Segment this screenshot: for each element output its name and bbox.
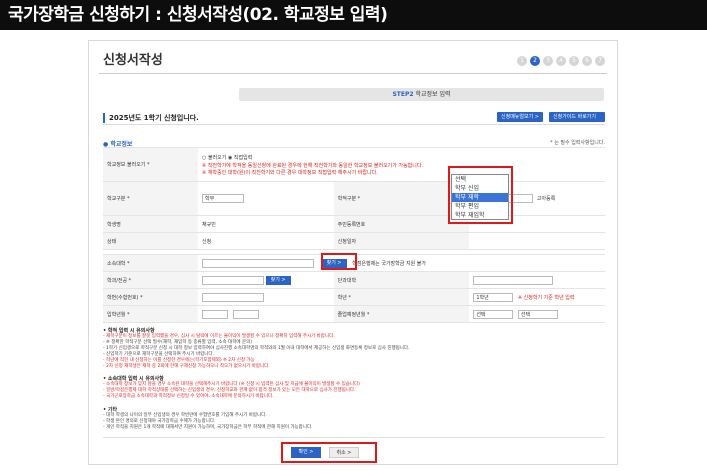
notes-univ: • 소속대학 입력 시 유의사항 - 소속대학 정보가 맞지 않을 경우 소속된… [103,376,605,400]
page-title: 신청서작성 [103,53,163,68]
step-indicator: 1 2 3 4 5 6 7 [517,56,605,66]
school-type-label: 학교구분 * [103,181,198,216]
step-dot-6: 6 [582,56,592,66]
highlight-footer-buttons [281,442,377,463]
admit-year-select[interactable] [202,309,228,319]
radio-load-label: 불러오기 [207,154,227,161]
grad-label: 졸업예정년월 * [333,305,470,323]
school-info-table: 학교정보 불러오기 * ○ 불러오기 ◉ 직접입력 ※ 직전학기에 학적을 동일… [103,147,605,250]
notes-univ-line: - 국가근로장학금 소속대학과 학적정보 신청일 수 있어야, 소속대학에 문의… [103,394,274,399]
dept-cell: 찾기 > [198,271,334,289]
step-dot-3: 3 [543,56,553,66]
load-note-1: ※ 직전학기에 학적을 동일신청에 완료된 경우에 한해 직전학기와 동일한 학… [202,162,424,169]
univ-cell: 찾기 > 학점은행제는 국가장학금 지원 불가 [198,254,605,272]
school-type-cell: 학부 [198,181,334,216]
radio-direct-label: 직접입력 [233,154,253,161]
grade-note: ※ 신청학기 기준 학년 입력 [517,294,575,301]
header-title: 국가장학금 신청하기 : 신청서작성(02. 학교정보 입력) [0,0,707,30]
semester-bar [103,113,105,123]
footer-divider [103,437,605,438]
step-dot-7: 7 [595,56,605,66]
step-dot-4: 4 [556,56,566,66]
required-note: * 는 필수 입력사항입니다. [550,140,605,146]
step-dot-5: 5 [569,56,579,66]
highlight-enroll-dropdown [448,166,513,224]
grade-label: 학년 * [333,288,470,306]
notes-enroll: • 학적 입력 시 유의사항 - 재학구분이 정보를 잘못 입력했을 경우, 심… [103,328,605,370]
find-dept-button[interactable]: 찾기 > [265,275,291,285]
dept-input[interactable] [202,275,264,285]
apply-date-value [469,232,605,250]
status-label: 상태 [103,232,198,250]
admit-month-select[interactable] [232,309,259,319]
grad-month-select[interactable]: 선택 [517,309,558,319]
grad-cell: 선택 선택 [469,305,605,323]
step-bar-step: STEP2 [392,91,414,98]
highlight-find-button [321,253,357,270]
step-bar: STEP2 학교정보 입력 [239,88,604,101]
univ-note: 학점은행제는 국가장학금 지원 불가 [352,260,426,267]
student-no-label: 학번(수험번호) * [103,288,198,306]
notes-etc: • 기타 - 대학 학생의 나이의 일부 신입생의 경우 학번란에 수험번호를 … [103,407,605,431]
student-name-label: 학생명 [103,215,198,233]
admit-label: 입학년월 * [103,305,198,323]
school-type-select[interactable]: 학부 [202,194,244,203]
college-cell [469,271,605,289]
notes-etc-line: - 개인 학적을 지원은 1개 학적에 대해서만 지원이 가능하며, 국가장학금… [103,425,313,430]
univ-label: 소속대학 * [103,254,198,272]
apply-date-label: 신청일자 [333,232,470,250]
college-label: 단과대학 [333,271,470,289]
grad-year-select[interactable]: 선택 [473,309,514,319]
title-divider [99,73,607,74]
college-input[interactable] [473,275,554,285]
dept-label: 학과/전공 * [103,271,198,289]
semester-row: 2025년도 1학기 신청입니다. 신청매뉴얼보기 > 신청가이드 바로가기 > [103,111,605,130]
student-name-value: 채규민 [198,215,334,233]
student-no-input[interactable] [202,292,264,302]
load-note-2: ※ 재학중인 대학(원)이 직전학기와 다른 경우 대학정보 직접입력 해주시기… [202,169,378,176]
univ-input[interactable] [202,258,314,268]
manual-button[interactable]: 신청매뉴얼보기 > [497,112,543,122]
step-dot-2: 2 [530,56,540,66]
enroll-hint: 고아등록 [536,196,556,202]
step-dot-1: 1 [517,56,527,66]
grade-select[interactable]: 1학년 [473,292,514,302]
status-value: 신청 [198,232,334,250]
guide-button[interactable]: 신청가이드 바로가기 > [549,112,605,130]
application-window: 신청서작성 1 2 3 4 5 6 7 STEP2 학교정보 입력 2025년도… [88,40,618,465]
load-cell: ○ 불러오기 ◉ 직접입력 ※ 직전학기에 학적을 동일신청에 완료된 경우에 … [198,147,605,182]
grade-cell: 1학년 ※ 신청학기 기준 학년 입력 [469,288,605,306]
notes-enroll-line: - 2차 신청 재학생은 재학 중 2회에 한해 구제신청 가능하오니 착오가 … [103,364,270,369]
semester-text: 2025년도 1학기 신청입니다. [109,114,199,122]
load-label: 학교정보 불러오기 * [103,147,198,182]
step-bar-label: 학교정보 입력 [415,91,451,98]
admit-cell [198,305,334,323]
student-no-cell [198,288,334,306]
